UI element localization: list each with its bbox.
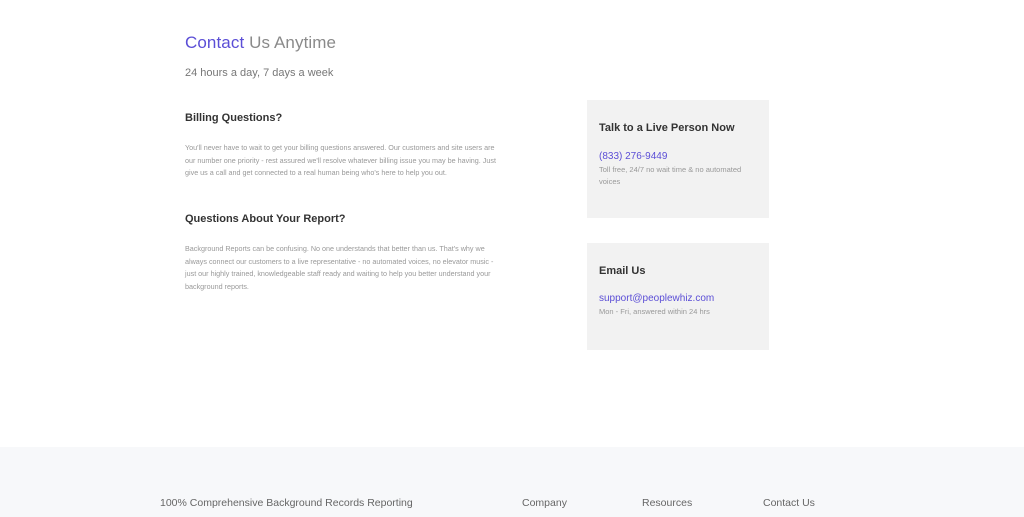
- email-address-link[interactable]: support@peoplewhiz.com: [599, 293, 757, 304]
- page-title: Contact Us Anytime: [185, 33, 336, 53]
- report-questions-text: Background Reports can be confusing. No …: [185, 244, 494, 291]
- billing-questions-heading: Billing Questions?: [185, 112, 283, 124]
- footer-company-heading: Company: [522, 497, 567, 509]
- phone-contact-card: Talk to a Live Person Now (833) 276-9449…: [587, 100, 769, 218]
- footer: 100% Comprehensive Background Records Re…: [0, 447, 1024, 517]
- phone-card-note: Toll free, 24/7 no wait time & no automa…: [599, 165, 742, 186]
- billing-questions-section: Billing Questions? You'll never have to …: [185, 112, 497, 180]
- report-questions-section: Questions About Your Report? Background …: [185, 213, 497, 293]
- footer-brand-tagline: 100% Comprehensive Background Records Re…: [160, 497, 413, 509]
- phone-card-heading: Talk to a Live Person Now: [599, 122, 735, 134]
- phone-number-link[interactable]: (833) 276-9449: [599, 151, 757, 162]
- email-card-heading: Email Us: [599, 265, 646, 277]
- email-contact-card: Email Us support@peoplewhiz.com Mon - Fr…: [587, 243, 769, 350]
- report-questions-heading: Questions About Your Report?: [185, 213, 346, 225]
- footer-resources-heading: Resources: [642, 497, 693, 509]
- email-card-note: Mon - Fri, answered within 24 hrs: [599, 307, 710, 316]
- page-title-rest: Us Anytime: [244, 33, 337, 52]
- billing-questions-text: You'll never have to wait to get your bi…: [185, 143, 496, 177]
- page-title-accent: Contact: [185, 33, 245, 52]
- hero-section: Contact Us Anytime 24 hours a day, 7 day…: [185, 33, 336, 79]
- page-subtitle: 24 hours a day, 7 days a week: [185, 67, 334, 79]
- footer-contact-heading: Contact Us: [763, 497, 815, 509]
